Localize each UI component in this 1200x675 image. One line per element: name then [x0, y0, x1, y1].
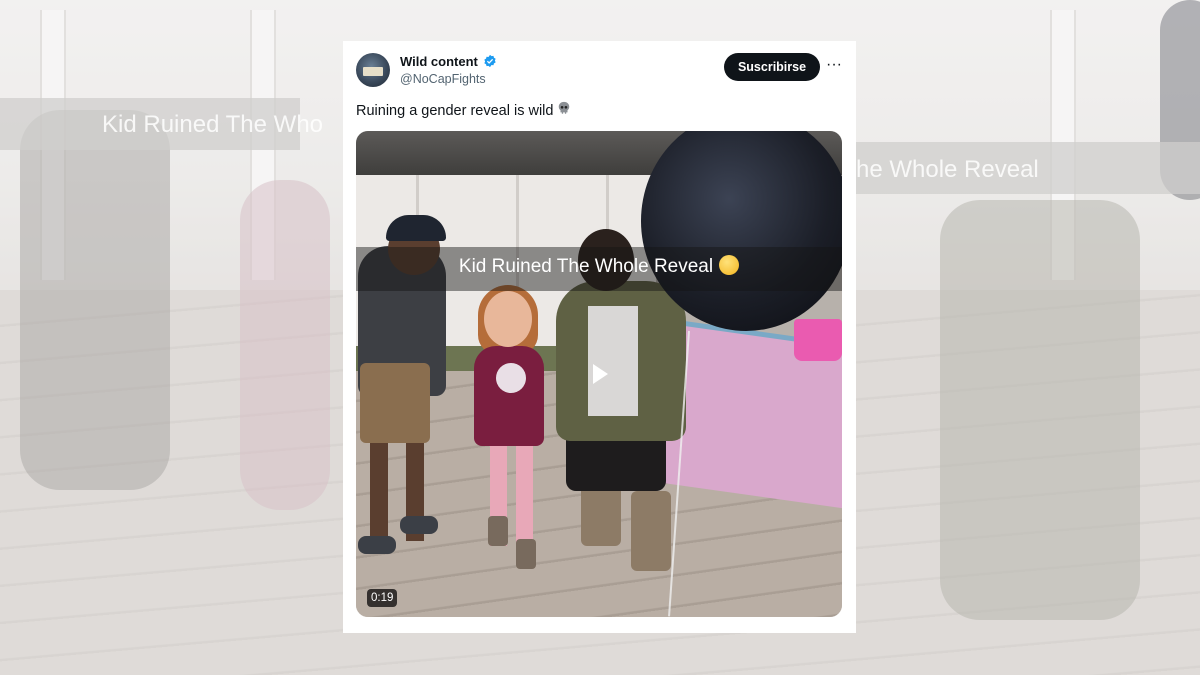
- video-scene-man-shoe: [358, 536, 396, 554]
- author-name[interactable]: Wild content: [400, 54, 478, 69]
- skull-emoji-icon: [557, 101, 571, 118]
- video-scene-man-shorts: [360, 363, 430, 443]
- subscribe-button[interactable]: Suscribirse: [724, 53, 820, 81]
- video-caption-text: Kid Ruined The Whole Reveal: [458, 256, 714, 277]
- woozy-face-emoji-icon: [719, 255, 740, 275]
- tweet-text: Ruining a gender reveal is wild: [356, 101, 571, 119]
- video-scene-man-leg: [370, 431, 388, 541]
- screen: Kid Ruined The Who he Whole Reveal Wild …: [0, 0, 1200, 675]
- tweet-text-content: Ruining a gender reveal is wild: [356, 103, 554, 119]
- video-scene-woman-boot: [631, 491, 671, 571]
- video-scene-girl-leg: [516, 436, 533, 546]
- play-icon[interactable]: [584, 359, 614, 389]
- video-scene-girl-head: [484, 291, 532, 347]
- video-player[interactable]: Kid Ruined The Whole Reveal 0:19: [356, 131, 842, 617]
- avatar-sign-graphic: [363, 67, 383, 76]
- author-handle[interactable]: @NoCapFights: [400, 72, 486, 86]
- video-caption: Kid Ruined The Whole Reveal: [356, 255, 842, 278]
- video-scene-bucket: [794, 319, 842, 361]
- video-scene-girl-boot: [488, 516, 508, 546]
- more-options-icon[interactable]: ···: [825, 55, 843, 79]
- video-scene-man-shoe: [400, 516, 438, 534]
- tweet-card: Wild content @NoCapFights Suscribirse ··…: [343, 41, 856, 633]
- video-duration: 0:19: [367, 589, 398, 607]
- video-scene-girl-body: [474, 346, 544, 446]
- verified-badge-icon: [484, 54, 496, 68]
- video-scene-girl-boot: [516, 539, 536, 569]
- author-avatar[interactable]: [356, 53, 390, 87]
- video-scene-girl-shirt-heart: [496, 363, 526, 393]
- video-scene-man-cap: [386, 215, 446, 241]
